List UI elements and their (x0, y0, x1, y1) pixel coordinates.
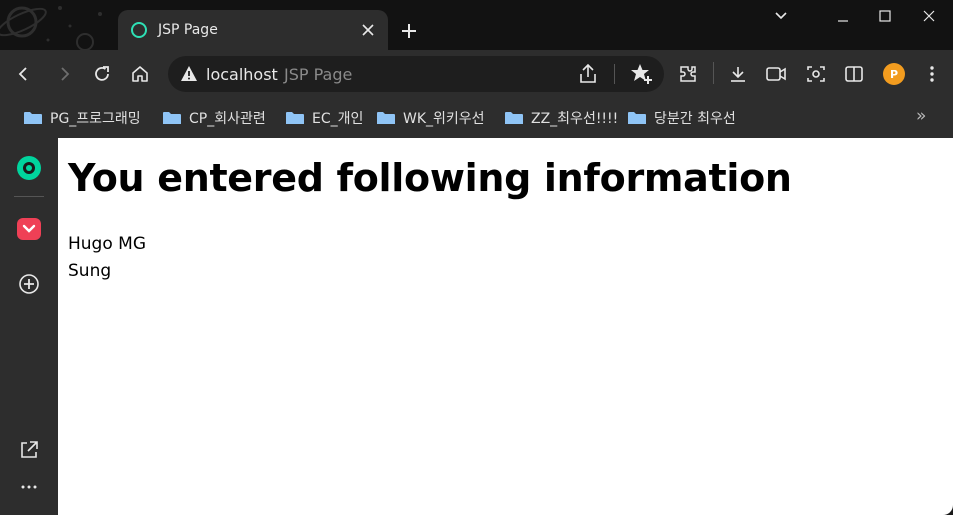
folder-icon (24, 112, 42, 124)
bookmark-folder[interactable]: ZZ_최우선!!!! (505, 108, 618, 128)
toolbar-divider (713, 62, 714, 84)
bookmark-label: 당분간 최우선 (654, 111, 736, 127)
bookmark-folder[interactable]: CP_회사관련 (163, 108, 266, 128)
folder-icon (163, 112, 181, 124)
copilot-icon[interactable] (15, 154, 43, 182)
folder-icon (377, 112, 395, 124)
bookmarks-overflow-button[interactable]: » (916, 106, 926, 126)
sidebar-divider (14, 196, 44, 197)
video-capture-icon[interactable] (762, 60, 790, 88)
bookmark-label: ZZ_최우선!!!! (531, 111, 619, 127)
screenshot-icon[interactable] (802, 60, 830, 88)
folder-icon (505, 112, 523, 124)
reload-icon[interactable] (88, 60, 116, 88)
bookmark-folder[interactable]: WK_위키우선 (377, 108, 485, 128)
address-divider (614, 64, 615, 84)
bookmarks-bar: PG_프로그래밍 CP_회사관련 EC_개인 WK_위키우선 ZZ_최우선!!!… (0, 98, 953, 138)
download-icon[interactable] (724, 60, 752, 88)
address-page-title: JSP Page (284, 65, 353, 84)
profile-avatar[interactable]: P (883, 63, 905, 85)
bookmark-folder[interactable]: EC_개인 (286, 108, 363, 128)
warning-icon[interactable] (180, 65, 198, 83)
more-menu-icon[interactable] (918, 60, 946, 88)
loading-ring-icon (130, 21, 148, 39)
sidebar (0, 138, 58, 515)
bookmark-label: PG_프로그래밍 (50, 111, 141, 127)
add-panel-icon[interactable] (15, 270, 43, 298)
space-decoration-icon (0, 6, 102, 50)
new-tab-button[interactable] (396, 18, 422, 44)
bookmark-label: WK_위키우선 (403, 111, 485, 127)
split-view-icon[interactable] (840, 60, 868, 88)
bookmark-folder[interactable]: 당분간 최우선 (628, 108, 736, 128)
minimize-icon[interactable] (828, 4, 858, 28)
chevron-down-icon[interactable] (766, 4, 796, 28)
folder-icon (628, 112, 646, 124)
forward-icon[interactable] (50, 60, 78, 88)
window-close-icon[interactable] (914, 4, 944, 28)
bookmark-label: CP_회사관련 (189, 111, 266, 127)
bookmark-folder[interactable]: PG_프로그래밍 (24, 108, 141, 128)
page-content: You entered following information Hugo M… (58, 138, 953, 515)
address-host: localhost (206, 65, 278, 84)
tab-jsp-page[interactable]: JSP Page (118, 10, 388, 50)
pocket-icon[interactable] (15, 215, 43, 243)
open-external-icon[interactable] (15, 436, 43, 464)
extensions-icon[interactable] (674, 60, 702, 88)
sidebar-more-icon[interactable] (15, 473, 43, 501)
share-icon[interactable] (576, 62, 600, 86)
entered-value: Hugo MG (68, 234, 146, 254)
close-icon[interactable] (354, 16, 382, 44)
address-bar[interactable]: localhost JSP Page (168, 56, 664, 92)
browser-toolbar: localhost JSP Page P (0, 50, 953, 98)
favorites-star-icon[interactable] (630, 62, 654, 86)
back-icon[interactable] (10, 60, 38, 88)
maximize-icon[interactable] (870, 4, 900, 28)
entered-value: Sung (68, 261, 112, 281)
folder-icon (286, 112, 304, 124)
home-icon[interactable] (126, 60, 154, 88)
page-title: You entered following information (68, 156, 792, 200)
tab-title: JSP Page (158, 22, 218, 38)
bookmark-label: EC_개인 (312, 111, 364, 127)
tab-strip: JSP Page (0, 0, 953, 50)
